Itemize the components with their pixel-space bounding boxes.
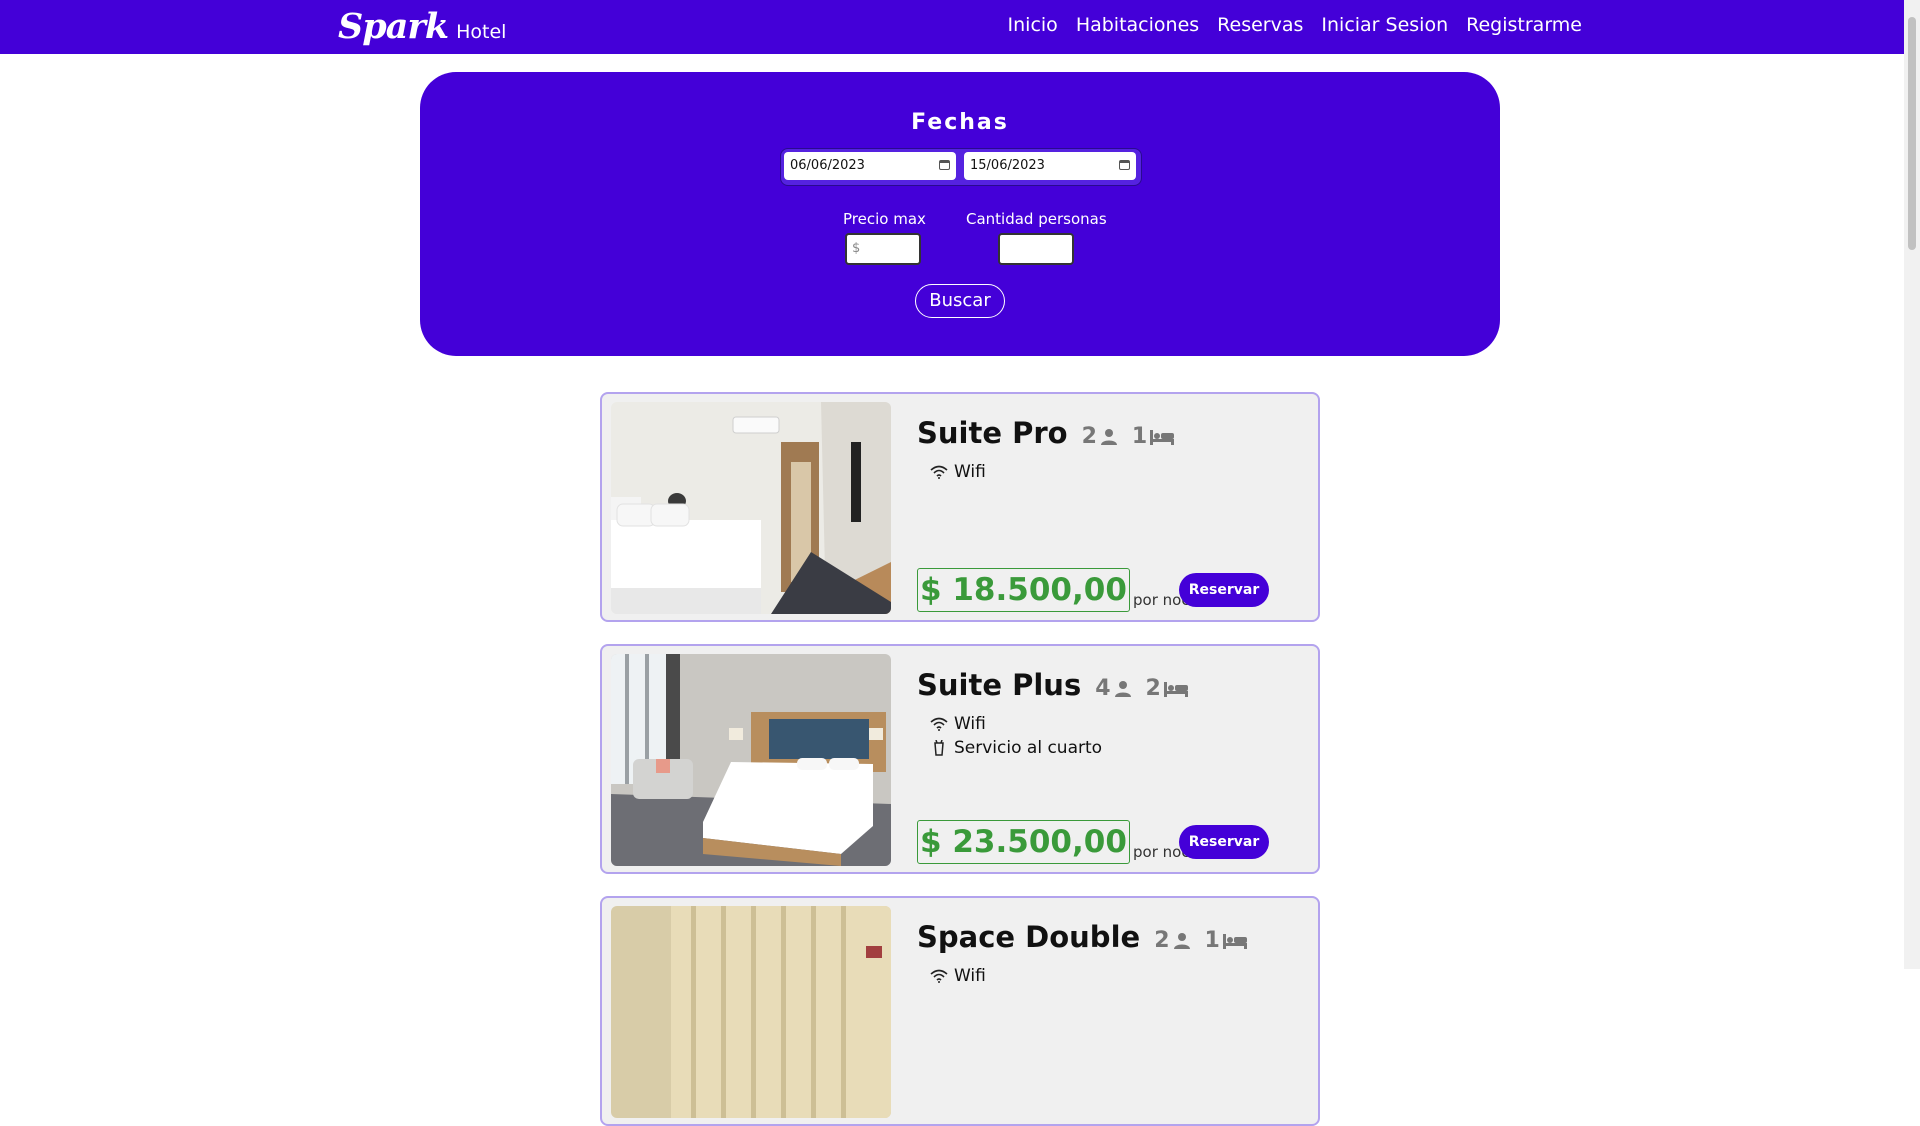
calendar-icon[interactable] [1119, 160, 1130, 170]
room-name: Suite Plus [917, 668, 1082, 702]
room-card: Suite Pro 2 1 Wifi $ 18.500,00 por noche… [600, 392, 1320, 622]
price-max-placeholder: $ [852, 241, 861, 256]
nav-link-inicio[interactable]: Inicio [1008, 14, 1058, 36]
room-beds: 2 [1146, 676, 1188, 701]
price-max-label: Precio max [843, 210, 926, 228]
amenities-list: Wifi [930, 964, 986, 988]
search-title: Fechas [911, 110, 1009, 135]
room-guests: 2 [1154, 928, 1190, 953]
room-name: Space Double [917, 920, 1141, 954]
person-icon [1100, 428, 1117, 445]
guests-count: 2 [1154, 928, 1170, 953]
people-count-label: Cantidad personas [966, 210, 1107, 228]
people-count-input[interactable] [998, 233, 1074, 265]
brand-name: Spark [338, 6, 449, 47]
start-date-input[interactable]: 06/06/2023 [784, 152, 956, 180]
room-title-row: Suite Plus 4 2 [917, 668, 1188, 702]
wifi-icon [930, 717, 948, 731]
end-date-input[interactable]: 15/06/2023 [964, 152, 1136, 180]
main-nav: Inicio Habitaciones Reservas Iniciar Ses… [1008, 14, 1582, 36]
beds-count: 2 [1145, 676, 1161, 701]
room-price: $ 23.500,00 [917, 820, 1130, 864]
reserve-button[interactable]: Reservar [1179, 825, 1269, 859]
top-navbar: Spark Hotel Inicio Habitaciones Reservas… [0, 0, 1904, 54]
nav-link-habitaciones[interactable]: Habitaciones [1076, 14, 1199, 36]
wifi-icon [930, 969, 948, 983]
amenity-label: Wifi [954, 714, 986, 734]
bed-icon [1222, 933, 1247, 949]
bed-icon [1150, 429, 1175, 445]
room-title-row: Space Double 2 1 [917, 920, 1247, 954]
reserve-button[interactable]: Reservar [1179, 573, 1269, 607]
amenities-list: Wifi [930, 460, 986, 484]
end-date-value: 15/06/2023 [970, 158, 1045, 173]
beds-count: 1 [1204, 928, 1220, 953]
start-date-value: 06/06/2023 [790, 158, 865, 173]
bed-icon [1163, 681, 1188, 697]
date-range-group: 06/06/2023 15/06/2023 [780, 148, 1142, 186]
room-name: Suite Pro [917, 416, 1068, 450]
amenity-item: Wifi [930, 460, 986, 484]
beds-count: 1 [1131, 424, 1148, 449]
amenity-label: Wifi [954, 966, 986, 986]
price-max-input[interactable]: $ [845, 233, 921, 265]
scrollbar-thumb[interactable] [1908, 17, 1916, 250]
room-card: Suite Plus 4 2 Wifi Servicio al cuarto $… [600, 644, 1320, 874]
guests-count: 4 [1095, 676, 1111, 701]
amenity-item: Wifi [930, 964, 986, 988]
room-guests: 2 [1082, 424, 1118, 449]
brand-subtitle: Hotel [456, 21, 507, 43]
cup-icon [934, 740, 944, 756]
room-card: Space Double 2 1 Wifi [600, 896, 1320, 1126]
wifi-icon [930, 465, 948, 479]
room-beds: 1 [1131, 424, 1175, 449]
room-photo[interactable] [611, 402, 891, 614]
search-panel: Fechas 06/06/2023 15/06/2023 Precio max … [420, 72, 1500, 356]
brand-logo[interactable]: Spark Hotel [338, 6, 506, 47]
room-price: $ 18.500,00 [917, 568, 1130, 612]
room-beds: 1 [1205, 928, 1247, 953]
page-scrollbar[interactable] [1904, 0, 1920, 969]
person-icon [1173, 932, 1190, 949]
amenity-item: Wifi [930, 712, 1102, 736]
room-photo[interactable] [611, 906, 891, 1118]
search-button[interactable]: Buscar [915, 284, 1005, 318]
nav-link-iniciar-sesion[interactable]: Iniciar Sesion [1321, 14, 1448, 36]
person-icon [1114, 680, 1131, 697]
guests-count: 2 [1081, 424, 1097, 449]
amenities-list: Wifi Servicio al cuarto [930, 712, 1102, 760]
amenity-item: Servicio al cuarto [930, 736, 1102, 760]
amenity-label: Wifi [954, 462, 986, 482]
room-title-row: Suite Pro 2 1 [917, 416, 1175, 450]
calendar-icon[interactable] [939, 160, 950, 170]
room-photo[interactable] [611, 654, 891, 866]
nav-link-registrarme[interactable]: Registrarme [1466, 14, 1582, 36]
amenity-label: Servicio al cuarto [954, 738, 1103, 758]
nav-link-reservas[interactable]: Reservas [1217, 14, 1303, 36]
room-guests: 4 [1095, 676, 1131, 701]
